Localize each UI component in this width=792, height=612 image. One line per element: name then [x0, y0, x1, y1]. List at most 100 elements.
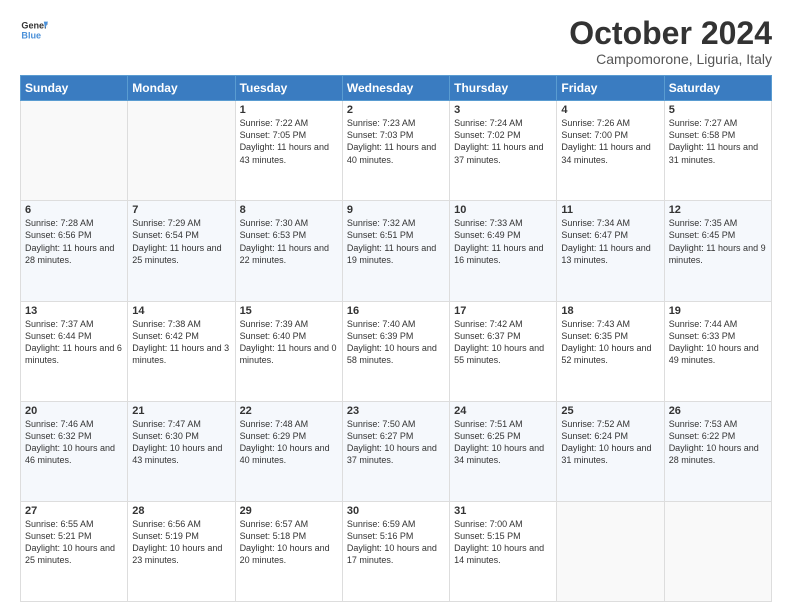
cell-info: Sunrise: 7:30 AMSunset: 6:53 PMDaylight:… [240, 217, 338, 266]
day-number: 26 [669, 405, 767, 417]
cell-info: Sunrise: 7:32 AMSunset: 6:51 PMDaylight:… [347, 217, 445, 266]
day-number: 4 [561, 104, 659, 116]
day-number: 9 [347, 204, 445, 216]
day-number: 15 [240, 305, 338, 317]
cell-info: Sunrise: 7:22 AMSunset: 7:05 PMDaylight:… [240, 117, 338, 166]
cell-info: Sunrise: 7:38 AMSunset: 6:42 PMDaylight:… [132, 318, 230, 367]
day-number: 27 [25, 505, 123, 517]
day-number: 23 [347, 405, 445, 417]
page: General Blue October 2024 Campomorone, L… [0, 0, 792, 612]
calendar-week-row: 20Sunrise: 7:46 AMSunset: 6:32 PMDayligh… [21, 401, 772, 501]
day-number: 22 [240, 405, 338, 417]
day-number: 13 [25, 305, 123, 317]
day-number: 16 [347, 305, 445, 317]
calendar-cell: 9Sunrise: 7:32 AMSunset: 6:51 PMDaylight… [342, 201, 449, 301]
cell-info: Sunrise: 7:42 AMSunset: 6:37 PMDaylight:… [454, 318, 552, 367]
calendar-cell: 30Sunrise: 6:59 AMSunset: 5:16 PMDayligh… [342, 501, 449, 601]
cell-info: Sunrise: 7:47 AMSunset: 6:30 PMDaylight:… [132, 418, 230, 467]
day-number: 20 [25, 405, 123, 417]
calendar-cell: 3Sunrise: 7:24 AMSunset: 7:02 PMDaylight… [450, 101, 557, 201]
cell-info: Sunrise: 7:35 AMSunset: 6:45 PMDaylight:… [669, 217, 767, 266]
logo-icon: General Blue [20, 16, 48, 44]
month-title: October 2024 [569, 16, 772, 51]
cell-info: Sunrise: 6:56 AMSunset: 5:19 PMDaylight:… [132, 518, 230, 567]
calendar-cell: 2Sunrise: 7:23 AMSunset: 7:03 PMDaylight… [342, 101, 449, 201]
calendar-week-row: 1Sunrise: 7:22 AMSunset: 7:05 PMDaylight… [21, 101, 772, 201]
cell-info: Sunrise: 7:39 AMSunset: 6:40 PMDaylight:… [240, 318, 338, 367]
calendar-cell [664, 501, 771, 601]
cell-info: Sunrise: 7:43 AMSunset: 6:35 PMDaylight:… [561, 318, 659, 367]
calendar-cell: 29Sunrise: 6:57 AMSunset: 5:18 PMDayligh… [235, 501, 342, 601]
cell-info: Sunrise: 6:55 AMSunset: 5:21 PMDaylight:… [25, 518, 123, 567]
calendar-cell: 4Sunrise: 7:26 AMSunset: 7:00 PMDaylight… [557, 101, 664, 201]
cell-info: Sunrise: 7:28 AMSunset: 6:56 PMDaylight:… [25, 217, 123, 266]
cell-info: Sunrise: 7:27 AMSunset: 6:58 PMDaylight:… [669, 117, 767, 166]
day-number: 28 [132, 505, 230, 517]
day-number: 1 [240, 104, 338, 116]
calendar-cell: 10Sunrise: 7:33 AMSunset: 6:49 PMDayligh… [450, 201, 557, 301]
col-header-sunday: Sunday [21, 76, 128, 101]
cell-info: Sunrise: 7:23 AMSunset: 7:03 PMDaylight:… [347, 117, 445, 166]
day-number: 29 [240, 505, 338, 517]
calendar-cell: 13Sunrise: 7:37 AMSunset: 6:44 PMDayligh… [21, 301, 128, 401]
day-number: 2 [347, 104, 445, 116]
calendar-cell: 17Sunrise: 7:42 AMSunset: 6:37 PMDayligh… [450, 301, 557, 401]
calendar-cell: 12Sunrise: 7:35 AMSunset: 6:45 PMDayligh… [664, 201, 771, 301]
cell-info: Sunrise: 7:24 AMSunset: 7:02 PMDaylight:… [454, 117, 552, 166]
cell-info: Sunrise: 7:52 AMSunset: 6:24 PMDaylight:… [561, 418, 659, 467]
day-number: 10 [454, 204, 552, 216]
calendar-cell: 15Sunrise: 7:39 AMSunset: 6:40 PMDayligh… [235, 301, 342, 401]
calendar-cell [21, 101, 128, 201]
calendar-cell: 16Sunrise: 7:40 AMSunset: 6:39 PMDayligh… [342, 301, 449, 401]
calendar-cell: 22Sunrise: 7:48 AMSunset: 6:29 PMDayligh… [235, 401, 342, 501]
col-header-friday: Friday [557, 76, 664, 101]
day-number: 5 [669, 104, 767, 116]
cell-info: Sunrise: 7:44 AMSunset: 6:33 PMDaylight:… [669, 318, 767, 367]
day-number: 19 [669, 305, 767, 317]
calendar-cell: 19Sunrise: 7:44 AMSunset: 6:33 PMDayligh… [664, 301, 771, 401]
calendar-cell: 31Sunrise: 7:00 AMSunset: 5:15 PMDayligh… [450, 501, 557, 601]
day-number: 8 [240, 204, 338, 216]
cell-info: Sunrise: 7:26 AMSunset: 7:00 PMDaylight:… [561, 117, 659, 166]
cell-info: Sunrise: 7:37 AMSunset: 6:44 PMDaylight:… [25, 318, 123, 367]
col-header-monday: Monday [128, 76, 235, 101]
calendar-week-row: 27Sunrise: 6:55 AMSunset: 5:21 PMDayligh… [21, 501, 772, 601]
cell-info: Sunrise: 7:00 AMSunset: 5:15 PMDaylight:… [454, 518, 552, 567]
header: General Blue October 2024 Campomorone, L… [20, 16, 772, 67]
day-number: 31 [454, 505, 552, 517]
cell-info: Sunrise: 7:34 AMSunset: 6:47 PMDaylight:… [561, 217, 659, 266]
calendar-cell: 24Sunrise: 7:51 AMSunset: 6:25 PMDayligh… [450, 401, 557, 501]
day-number: 7 [132, 204, 230, 216]
col-header-tuesday: Tuesday [235, 76, 342, 101]
calendar-cell: 23Sunrise: 7:50 AMSunset: 6:27 PMDayligh… [342, 401, 449, 501]
calendar-cell: 1Sunrise: 7:22 AMSunset: 7:05 PMDaylight… [235, 101, 342, 201]
day-number: 30 [347, 505, 445, 517]
col-header-saturday: Saturday [664, 76, 771, 101]
cell-info: Sunrise: 7:29 AMSunset: 6:54 PMDaylight:… [132, 217, 230, 266]
calendar-cell: 25Sunrise: 7:52 AMSunset: 6:24 PMDayligh… [557, 401, 664, 501]
day-number: 24 [454, 405, 552, 417]
day-number: 6 [25, 204, 123, 216]
calendar-cell: 28Sunrise: 6:56 AMSunset: 5:19 PMDayligh… [128, 501, 235, 601]
calendar-body: 1Sunrise: 7:22 AMSunset: 7:05 PMDaylight… [21, 101, 772, 602]
cell-info: Sunrise: 7:40 AMSunset: 6:39 PMDaylight:… [347, 318, 445, 367]
cell-info: Sunrise: 6:57 AMSunset: 5:18 PMDaylight:… [240, 518, 338, 567]
calendar-cell: 21Sunrise: 7:47 AMSunset: 6:30 PMDayligh… [128, 401, 235, 501]
calendar-cell: 18Sunrise: 7:43 AMSunset: 6:35 PMDayligh… [557, 301, 664, 401]
cell-info: Sunrise: 7:53 AMSunset: 6:22 PMDaylight:… [669, 418, 767, 467]
calendar-cell: 5Sunrise: 7:27 AMSunset: 6:58 PMDaylight… [664, 101, 771, 201]
cell-info: Sunrise: 7:48 AMSunset: 6:29 PMDaylight:… [240, 418, 338, 467]
day-number: 12 [669, 204, 767, 216]
svg-text:Blue: Blue [21, 30, 41, 40]
title-area: October 2024 Campomorone, Liguria, Italy [569, 16, 772, 67]
cell-info: Sunrise: 7:46 AMSunset: 6:32 PMDaylight:… [25, 418, 123, 467]
calendar-cell: 7Sunrise: 7:29 AMSunset: 6:54 PMDaylight… [128, 201, 235, 301]
calendar-cell: 14Sunrise: 7:38 AMSunset: 6:42 PMDayligh… [128, 301, 235, 401]
col-header-wednesday: Wednesday [342, 76, 449, 101]
day-number: 25 [561, 405, 659, 417]
cell-info: Sunrise: 6:59 AMSunset: 5:16 PMDaylight:… [347, 518, 445, 567]
calendar-week-row: 6Sunrise: 7:28 AMSunset: 6:56 PMDaylight… [21, 201, 772, 301]
cell-info: Sunrise: 7:50 AMSunset: 6:27 PMDaylight:… [347, 418, 445, 467]
calendar-cell [128, 101, 235, 201]
day-number: 3 [454, 104, 552, 116]
